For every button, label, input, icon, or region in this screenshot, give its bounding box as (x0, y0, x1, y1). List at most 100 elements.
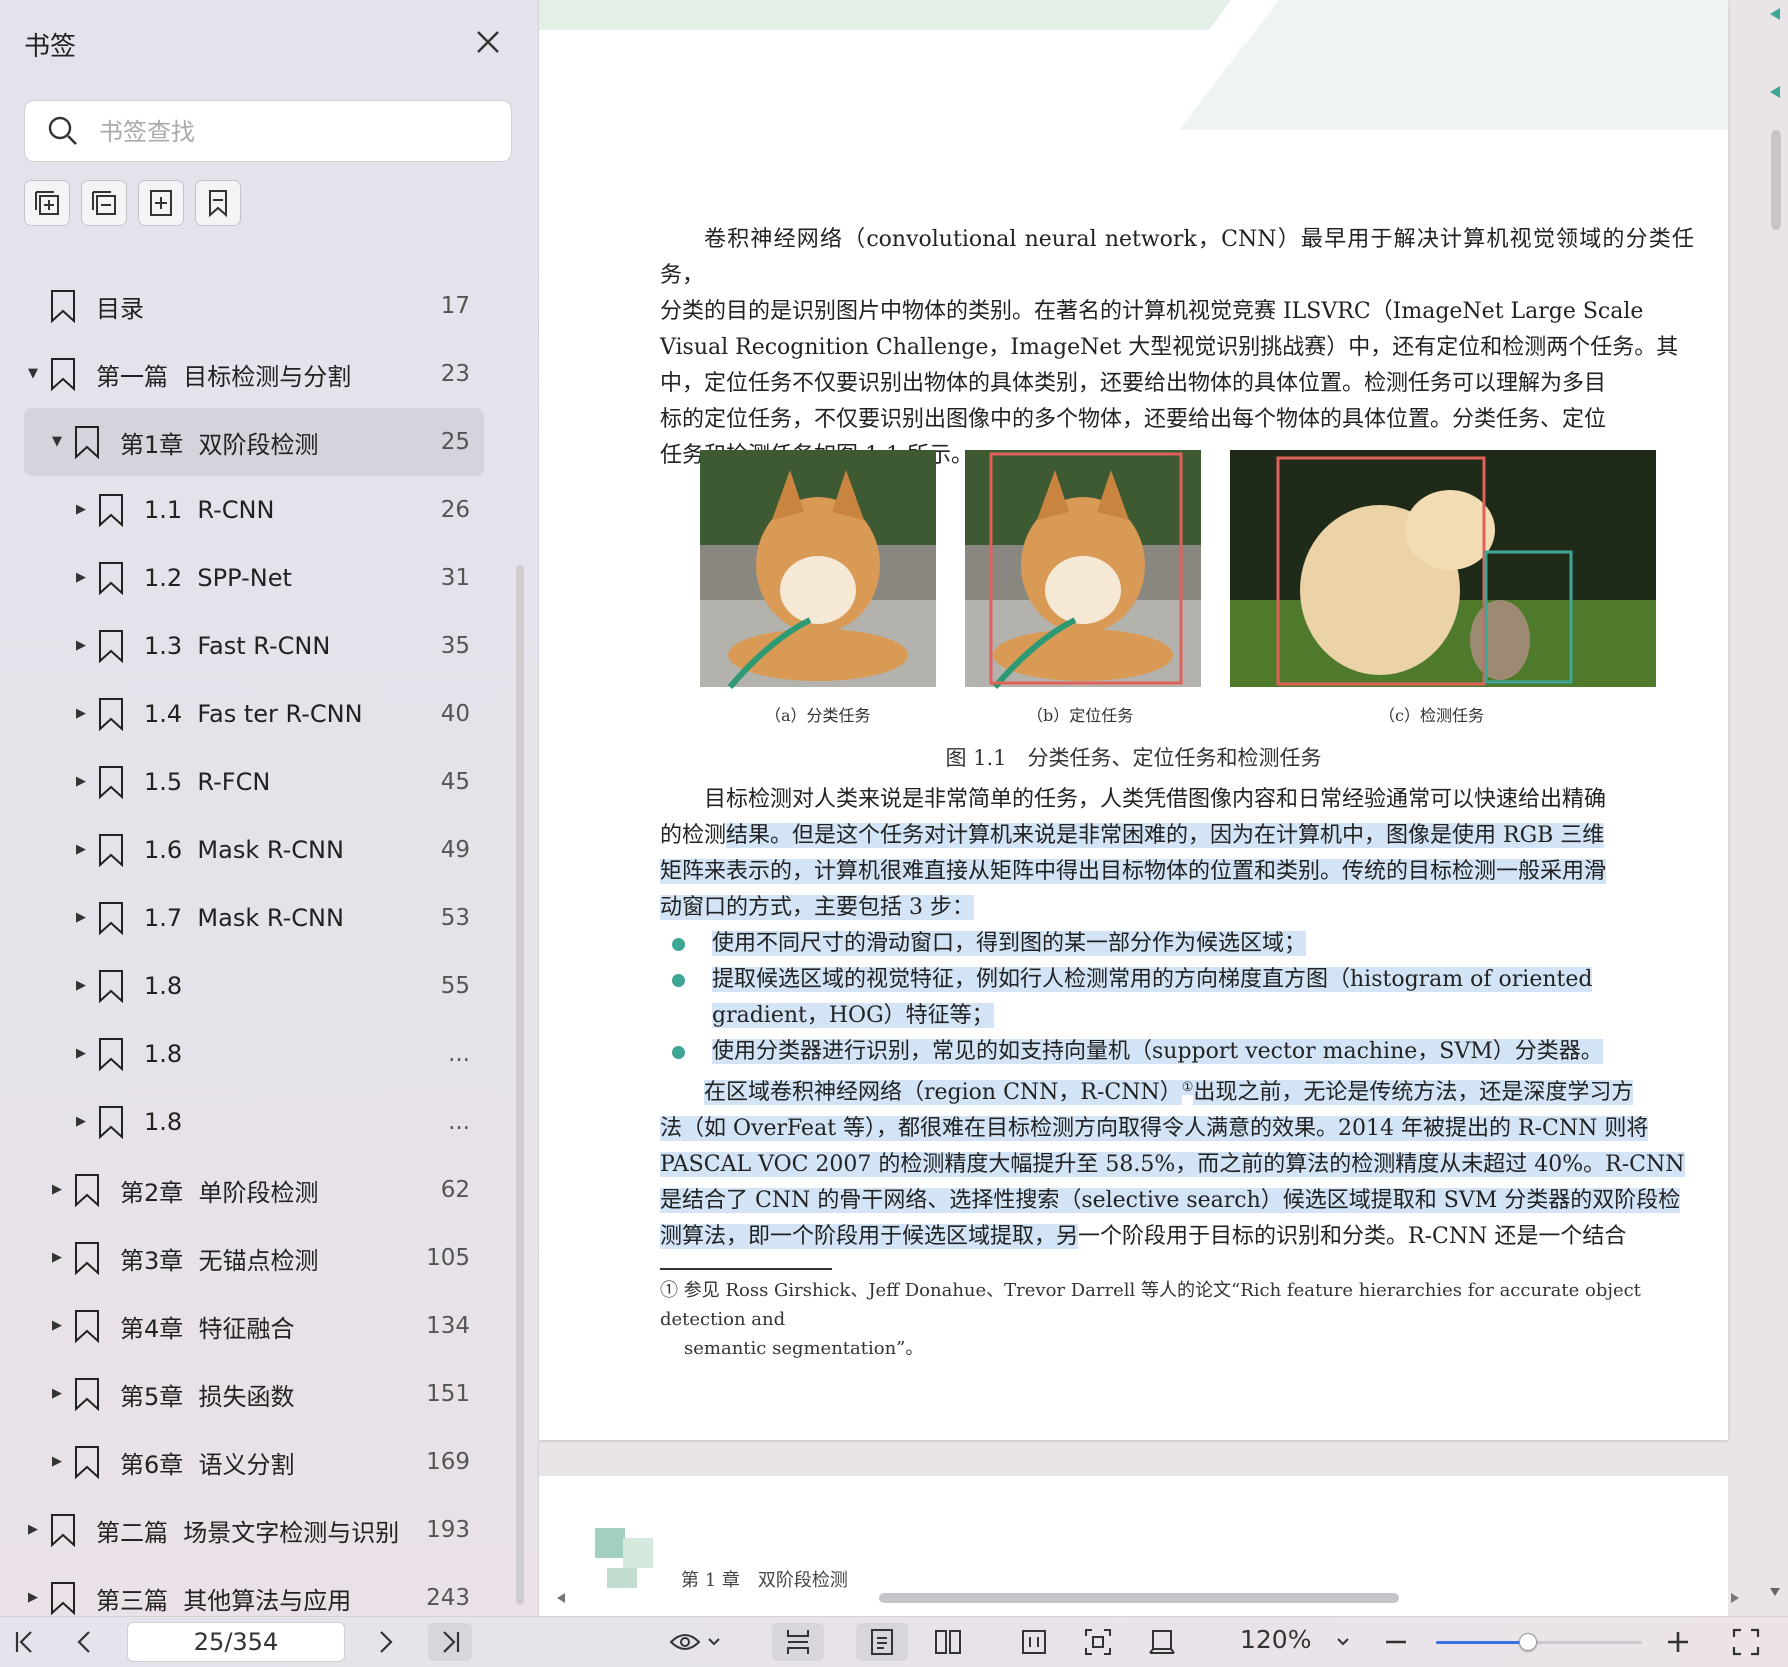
bookmark-item[interactable]: ▶ 1.6 Mask R-CNN 49 (0, 816, 500, 884)
next-page-button[interactable] (368, 1623, 402, 1661)
zoom-out-button[interactable] (1378, 1623, 1414, 1661)
selected-text[interactable]: 结果。但是这个任务对计算机来说是非常困难的，因为在计算机中，图像是使用 RGB … (726, 823, 1605, 848)
bookmark-item[interactable]: ▶ 1.8... (0, 1020, 500, 1088)
view-mode-dropdown[interactable] (664, 1623, 726, 1661)
bookmark-item[interactable]: ▶ 1.7 Mask R-CNN 53 (0, 884, 500, 952)
bookmark-toolbar (24, 180, 241, 226)
caret-right-icon[interactable]: ▶ (50, 1319, 64, 1333)
caret-right-icon[interactable]: ▶ (74, 1115, 88, 1129)
vertical-scrollbar[interactable] (1762, 0, 1788, 1616)
caret-right-icon[interactable]: ▶ (74, 571, 88, 585)
selected-text[interactable]: 矩阵来表示的，计算机很难直接从矩阵中得出目标物体的位置和类别。传统的目标检测一般… (660, 859, 1607, 884)
continuous-scroll-button[interactable] (772, 1623, 824, 1661)
zoom-in-button[interactable] (1660, 1623, 1696, 1661)
bookmark-item[interactable]: ▼ 第1章 双阶段检测 25 (24, 408, 484, 476)
caret-right-icon[interactable]: ▶ (50, 1183, 64, 1197)
expand-all-button[interactable] (24, 180, 70, 226)
zoom-slider[interactable] (1436, 1633, 1642, 1651)
fit-width-button[interactable] (1008, 1623, 1060, 1661)
bookmark-item[interactable]: 目录 17 (0, 272, 500, 340)
text-line: 在区域卷积神经网络（region CNN，R-CNN）①出现之前，无论是传统方法… (660, 1070, 1694, 1111)
bookmark-item[interactable]: ▼ 第一篇 目标检测与分割 23 (0, 340, 500, 408)
bullet-item-1: 使用不同尺寸的滑动窗口，得到图的某一部分作为候选区域； (672, 926, 1698, 962)
bookmark-item[interactable]: ▶ 第4章 特征融合 134 (0, 1292, 500, 1360)
sidebar-scrollbar[interactable] (516, 565, 524, 1605)
fit-page-button[interactable] (1072, 1623, 1124, 1661)
caret-right-icon[interactable]: ▶ (50, 1387, 64, 1401)
selected-text[interactable]: gradient，HOG）特征等； (712, 1003, 994, 1028)
scroll-right-arrow[interactable] (1731, 1593, 1739, 1603)
selected-text[interactable]: 使用不同尺寸的滑动窗口，得到图的某一部分作为候选区域； (712, 931, 1307, 956)
zoom-dropdown-button[interactable] (1330, 1623, 1356, 1661)
caret-right-icon[interactable]: ▶ (74, 979, 88, 993)
bookmark-item[interactable]: ▶ 1.2 SPP-Net 31 (0, 544, 500, 612)
selected-text[interactable]: 是结合了 CNN 的骨干网络、选择性搜索（selective search）候选… (660, 1188, 1681, 1214)
bookmark-item[interactable]: ▶ 第6章 语义分割 169 (0, 1428, 500, 1496)
last-page-button[interactable] (428, 1623, 472, 1661)
caret-down-icon[interactable]: ▼ (26, 367, 40, 381)
selected-text[interactable]: PASCAL VOC 2007 的检测精度大幅提升至 58.5%，而之前的算法的… (660, 1152, 1685, 1178)
plus-icon (1668, 1632, 1688, 1652)
scroll-thumb[interactable] (879, 1593, 1399, 1603)
single-page-button[interactable] (856, 1623, 908, 1661)
selected-text[interactable]: 动窗口的方式，主要包括 3 步： (660, 895, 974, 920)
zoom-slider-handle[interactable] (1518, 1633, 1537, 1651)
actual-size-button[interactable] (1136, 1623, 1188, 1661)
remove-bookmark-button[interactable] (195, 180, 241, 226)
caret-right-icon[interactable]: ▶ (26, 1523, 40, 1537)
scroll-left-arrow[interactable] (557, 1593, 565, 1603)
bookmark-item[interactable]: ▶ 第5章 损失函数 151 (0, 1360, 500, 1428)
zoom-level[interactable]: 120% (1240, 1625, 1311, 1654)
caret-right-icon[interactable]: ▶ (74, 775, 88, 789)
page-number-input[interactable]: 25/354 (127, 1622, 345, 1662)
bullet-dot (672, 1046, 685, 1059)
selected-text[interactable]: 提取候选区域的视觉特征，例如行人检测常用的方向梯度直方图（histogram o… (712, 967, 1593, 992)
caret-right-icon[interactable]: ▶ (74, 1047, 88, 1061)
add-bookmark-button[interactable] (138, 180, 184, 226)
text-plain: 一个阶段用于目标的识别和分类。R-CNN 还是一个结合 (1078, 1224, 1627, 1250)
bookmark-search-box[interactable] (24, 100, 512, 162)
scroll-down-arrow[interactable] (1770, 1588, 1780, 1596)
bookmark-item[interactable]: ▶ 1.4 Fas ter R-CNN 40 (0, 680, 500, 748)
selected-text[interactable]: 使用分类器进行识别，常见的如支持向量机（support vector machi… (712, 1039, 1603, 1064)
bullet-dot (672, 974, 685, 987)
bookmark-item[interactable]: ▶ 1.8... (0, 1088, 500, 1156)
caret-right-icon[interactable]: ▶ (74, 843, 88, 857)
scroll-thumb[interactable] (1771, 130, 1781, 230)
selected-text[interactable]: 出现之前，无论是传统方法，还是深度学习方 (1193, 1080, 1634, 1106)
text-line: 测算法，即一个阶段用于候选区域提取，另一个阶段用于目标的识别和分类。R-CNN … (660, 1219, 1694, 1255)
footnote-marker[interactable]: ① (1181, 1080, 1194, 1095)
close-icon[interactable] (470, 24, 506, 60)
first-page-button[interactable] (8, 1623, 42, 1661)
caret-right-icon[interactable]: ▶ (50, 1455, 64, 1469)
selected-text[interactable]: 测算法，即一个阶段用于候选区域提取，另 (660, 1224, 1079, 1250)
caret-right-icon[interactable]: ▶ (74, 503, 88, 517)
two-page-button[interactable] (922, 1623, 974, 1661)
bookmark-label: 1.8 (144, 1040, 183, 1068)
caret-down-icon[interactable]: ▼ (50, 435, 64, 449)
selected-text[interactable]: 法（如 OverFeat 等），都很难在目标检测方向取得令人满意的效果。2014… (660, 1116, 1649, 1142)
collapse-all-button[interactable] (81, 180, 127, 226)
caret-right-icon[interactable]: ▶ (74, 707, 88, 721)
horizontal-scrollbar[interactable] (539, 1585, 1761, 1611)
bookmark-label: 第5章 损失函数 (120, 1382, 295, 1411)
caret-right-icon[interactable]: ▶ (50, 1251, 64, 1265)
prev-page-button[interactable] (68, 1623, 102, 1661)
bookmark-page-number: 193 (426, 1517, 470, 1543)
bookmark-item[interactable]: ▶ 1.1 R-CNN 26 (0, 476, 500, 544)
bookmark-item[interactable]: ▶ 第2章 单阶段检测 62 (0, 1156, 500, 1224)
bookmark-item[interactable]: ▶ 1.5 R-FCN 45 (0, 748, 500, 816)
bookmark-label: 第4章 特征融合 (120, 1314, 295, 1343)
bookmark-item[interactable]: ▶ 第3章 无锚点检测 105 (0, 1224, 500, 1292)
bookmark-item[interactable]: ▶ 第二篇 场景文字检测与识别 193 (0, 1496, 500, 1564)
fullscreen-button[interactable] (1728, 1623, 1764, 1661)
selected-text[interactable]: 在区域卷积神经网络（region CNN，R-CNN） (704, 1080, 1182, 1106)
bookmark-item[interactable]: ▶ 1.8 55 (0, 952, 500, 1020)
caret-right-icon[interactable]: ▶ (26, 1591, 40, 1605)
minus-icon (1386, 1640, 1406, 1644)
bookmark-item[interactable]: ▶ 1.3 Fast R-CNN 35 (0, 612, 500, 680)
bookmark-search-input[interactable] (97, 109, 501, 155)
footnote-line: ① 参见 Ross Girshick、Jeff Donahue、Trevor D… (660, 1280, 1641, 1330)
caret-right-icon[interactable]: ▶ (74, 911, 88, 925)
caret-right-icon[interactable]: ▶ (74, 639, 88, 653)
